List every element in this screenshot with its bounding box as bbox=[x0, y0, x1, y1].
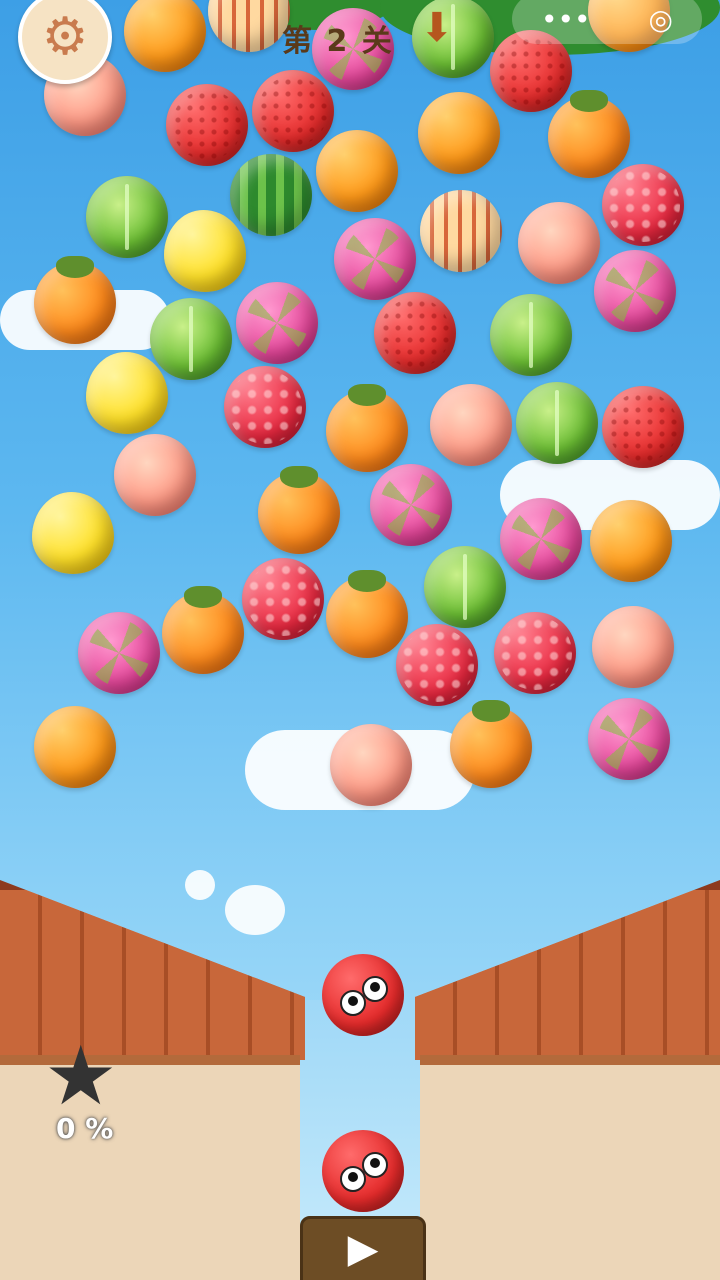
raspberry-bubble bbox=[242, 558, 324, 640]
persimmon-bubble bbox=[162, 586, 244, 674]
dragonfruit-bubble bbox=[78, 612, 160, 694]
right-roof bbox=[415, 880, 720, 1060]
lychee-bubble bbox=[166, 84, 248, 166]
raspberry-bubble bbox=[494, 612, 576, 694]
lychee-bubble bbox=[374, 292, 456, 374]
raspberry-bubble bbox=[396, 624, 478, 706]
game-stage[interactable]: ⚙ 第 2 关 ⬇ ••• ◎ ★ 0 % ▶ bbox=[0, 0, 720, 1280]
lemon-bubble bbox=[32, 492, 114, 574]
dragonfruit-bubble bbox=[334, 218, 416, 300]
dragonfruit-bubble bbox=[236, 282, 318, 364]
star-icon: ★ bbox=[44, 1029, 118, 1124]
lychee-bubble bbox=[602, 386, 684, 468]
mini-program-capsule: ••• ◎ bbox=[512, 0, 702, 44]
persimmon-bubble bbox=[258, 466, 340, 554]
persimmon-bubble bbox=[326, 570, 408, 658]
video-ad-button[interactable]: ▶ bbox=[300, 1216, 426, 1280]
dragonfruit-bubble bbox=[500, 498, 582, 580]
level-label: 第 2 关 bbox=[282, 24, 394, 59]
peach-bubble bbox=[330, 724, 412, 806]
dragonfruit-bubble bbox=[370, 464, 452, 546]
peach-bubble bbox=[592, 606, 674, 688]
orange-bubble bbox=[34, 706, 116, 788]
lemon-bubble bbox=[86, 352, 168, 434]
lemon-bubble bbox=[164, 210, 246, 292]
ellipsis-icon[interactable]: ••• bbox=[541, 3, 591, 36]
persimmon-bubble bbox=[326, 384, 408, 472]
persimmon-bubble bbox=[450, 700, 532, 788]
cabbage-bubble bbox=[150, 298, 232, 380]
peach-bubble bbox=[518, 202, 600, 284]
peach-bubble bbox=[114, 434, 196, 516]
current-shooter-lychee[interactable] bbox=[322, 954, 404, 1036]
cabbage-bubble bbox=[424, 546, 506, 628]
smoke-puff bbox=[225, 885, 285, 935]
next-shooter-lychee[interactable] bbox=[322, 1130, 404, 1212]
gear-icon: ⚙ bbox=[41, 7, 89, 67]
melon-bubble bbox=[208, 0, 290, 52]
orange-bubble bbox=[124, 0, 206, 72]
peach-bubble bbox=[430, 384, 512, 466]
dragonfruit-bubble bbox=[594, 250, 676, 332]
raspberry-bubble bbox=[602, 164, 684, 246]
cabbage-bubble bbox=[86, 176, 168, 258]
raspberry-bubble bbox=[224, 366, 306, 448]
persimmon-bubble bbox=[34, 256, 116, 344]
lychee-bubble bbox=[252, 70, 334, 152]
melon-bubble bbox=[420, 190, 502, 272]
progress-percent: 0 % bbox=[56, 1112, 114, 1145]
video-play-icon: ▶ bbox=[347, 1226, 379, 1272]
down-arrow-icon: ⬇ bbox=[420, 5, 454, 51]
cabbage-bubble bbox=[516, 382, 598, 464]
right-wall bbox=[420, 1055, 720, 1280]
dragonfruit-bubble bbox=[588, 698, 670, 780]
orange-bubble bbox=[590, 500, 672, 582]
orange-bubble bbox=[418, 92, 500, 174]
smoke-puff bbox=[185, 870, 215, 900]
eye bbox=[362, 1152, 388, 1178]
watermelon-bubble bbox=[230, 154, 312, 236]
persimmon-bubble bbox=[548, 90, 630, 178]
target-close-icon[interactable]: ◎ bbox=[649, 3, 673, 36]
cabbage-bubble bbox=[490, 294, 572, 376]
eye bbox=[362, 976, 388, 1002]
orange-bubble bbox=[316, 130, 398, 212]
